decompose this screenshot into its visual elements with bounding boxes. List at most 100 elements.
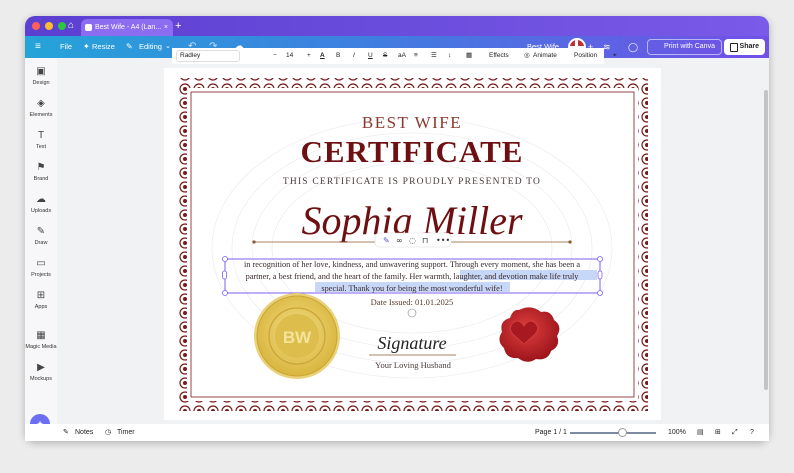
sidebar-item-label: Mockups — [29, 376, 52, 382]
canva-favicon-icon — [85, 24, 92, 31]
list-button[interactable]: ☰ — [431, 48, 437, 64]
body-text-line-2-start: partner, a best friend, and the heart of… — [246, 272, 454, 281]
sidebar-item-label: Uploads — [30, 208, 52, 214]
text-icon: T — [37, 130, 45, 141]
sidebar-item-label: Brand — [33, 176, 49, 182]
font-size-input[interactable]: 14 — [286, 48, 293, 64]
home-icon[interactable]: ⌂ — [65, 20, 77, 32]
new-tab-button[interactable]: + — [175, 19, 181, 33]
bottom-status-bar: ✎ Notes ◷ Timer Page 1 / 1 100% ▤ ⊞ ⤢ ? — [25, 424, 769, 441]
italic-button[interactable]: I — [353, 48, 355, 64]
sidebar-item-label: Magic Media — [25, 344, 57, 350]
align-button[interactable]: ≡ — [414, 48, 418, 64]
certificate-subtitle[interactable]: THIS CERTIFICATE IS PROUDLY PRESENTED TO — [283, 177, 541, 187]
sidebar-item-design[interactable]: ▣ Design — [25, 66, 57, 86]
strikethrough-button[interactable]: S — [383, 48, 387, 64]
brand-icon: ⚑ — [36, 162, 46, 173]
left-sidebar: ▣ Design ◈ Elements T Text ⚑ Brand ☁ Uploads … — [25, 58, 57, 441]
sidebar-item-label: Draw — [34, 240, 48, 246]
help-icon[interactable]: ? — [750, 424, 754, 441]
seal-initials: BW — [283, 328, 312, 347]
insights-icon[interactable]: ≋ — [603, 36, 611, 58]
sidebar-item-elements[interactable]: ◈ Elements — [25, 98, 57, 118]
body-text-line-1[interactable]: in recognition of her love, kindness, an… — [244, 260, 580, 269]
sidebar-item-draw[interactable]: ✎ Draw — [25, 226, 57, 246]
wax-seal[interactable] — [499, 307, 560, 362]
file-menu-button[interactable]: File — [60, 36, 72, 58]
sidebar-item-brand[interactable]: ⚑ Brand — [25, 162, 57, 182]
letter-case-button[interactable]: aA — [398, 48, 406, 64]
underline-dot-left — [252, 240, 256, 244]
apps-icon: ⊞ — [36, 290, 46, 301]
text-toolbar: Radley − 14 + A B I U S aA ≡ ☰ ↕ ▦ Effec… — [172, 48, 617, 64]
sidebar-item-uploads[interactable]: ☁ Uploads — [25, 194, 57, 214]
comment-icon[interactable]: ◯ — [628, 36, 638, 58]
certificate-page[interactable]: BEST WIFE CERTIFICATE THIS CERTIFICATE I… — [164, 68, 661, 420]
body-text-line-3[interactable]: special. Thank you for being the most wo… — [321, 284, 502, 293]
text-color-button[interactable]: A — [320, 48, 325, 64]
certificate-canvas: BEST WIFE CERTIFICATE THIS CERTIFICATE I… — [177, 78, 648, 411]
browser-tab[interactable]: Best Wife - A4 (Lan... × — [81, 19, 173, 36]
font-family-select[interactable]: Radley — [176, 50, 240, 62]
certificate-heading[interactable]: BEST WIFE — [362, 113, 462, 132]
main-menu-icon[interactable]: ≡ — [35, 36, 41, 58]
animate-icon: ◎ — [524, 52, 530, 59]
resize-button[interactable]: Resize — [92, 36, 115, 58]
sidebar-item-magic-media[interactable]: ▦ Magic Media — [25, 330, 57, 350]
timer-button[interactable]: Timer — [117, 424, 135, 441]
share-button[interactable]: Share — [723, 39, 765, 55]
signer-label[interactable]: Your Loving Husband — [375, 360, 451, 370]
zoom-slider-handle[interactable] — [618, 428, 627, 437]
rotate-handle-icon[interactable] — [407, 308, 417, 318]
position-button[interactable]: Position — [574, 48, 597, 64]
fullscreen-icon[interactable]: ⤢ — [732, 424, 738, 441]
magic-write-icon[interactable]: ✎ — [383, 236, 390, 245]
more-options-icon[interactable]: ••• — [436, 236, 450, 245]
sidebar-item-mockups[interactable]: ▶ Mockups — [25, 362, 57, 382]
elements-icon: ◈ — [37, 98, 45, 109]
draw-icon: ✎ — [36, 226, 46, 237]
paint-format-icon[interactable]: ⌖ — [613, 48, 617, 64]
timer-icon: ◷ — [105, 429, 112, 436]
certificate-title[interactable]: CERTIFICATE — [301, 134, 524, 169]
increase-font-size-button[interactable]: + — [307, 48, 311, 64]
sidebar-item-apps[interactable]: ⊞ Apps — [25, 290, 57, 310]
notes-button[interactable]: Notes — [75, 424, 93, 441]
zoom-level[interactable]: 100% — [668, 424, 686, 441]
pencil-icon: ✎ — [126, 42, 133, 51]
comment-add-icon[interactable]: ◌ — [409, 236, 416, 245]
decrease-font-size-button[interactable]: − — [273, 48, 277, 64]
animate-button[interactable]: Animate — [533, 48, 557, 64]
tab-close-icon[interactable]: × — [164, 19, 168, 36]
body-text-line-2[interactable]: partner, a best friend, and the heart of… — [246, 272, 580, 281]
page-indicator[interactable]: Page 1 / 1 — [535, 424, 567, 441]
sidebar-item-text[interactable]: T Text — [25, 130, 57, 150]
link-icon[interactable]: ∞ — [396, 236, 403, 245]
editing-mode-button[interactable]: Editing — [139, 36, 162, 58]
signature[interactable]: Signature — [377, 333, 446, 353]
design-icon: ▣ — [36, 66, 46, 77]
effects-button[interactable]: Effects — [489, 48, 509, 64]
tab-title: Best Wife - A4 (Lan... — [95, 24, 162, 31]
mockups-icon: ▶ — [37, 362, 45, 373]
transparency-icon[interactable]: ▦ — [466, 48, 472, 64]
chevron-down-icon[interactable]: ⌄ — [165, 36, 171, 58]
upload-icon: ☁ — [36, 194, 46, 205]
spacing-button[interactable]: ↕ — [448, 48, 451, 64]
lock-icon[interactable]: ⊓ — [422, 236, 428, 245]
page-grid-icon[interactable]: ▤ — [697, 424, 704, 441]
zoom-slider-track[interactable] — [570, 432, 656, 434]
print-with-canva-button[interactable]: Print with Canva — [647, 39, 722, 55]
minimize-window-button[interactable] — [45, 22, 53, 30]
gold-seal[interactable]: BW — [254, 293, 340, 379]
body-text-line-2-selected: laughter, and devotion make life truly — [453, 272, 579, 281]
canvas-scrollbar[interactable] — [764, 90, 768, 390]
underline-button[interactable]: U — [368, 48, 373, 64]
sidebar-item-label: Projects — [31, 272, 51, 278]
grid-view-icon[interactable]: ⊞ — [715, 424, 721, 441]
bold-button[interactable]: B — [336, 48, 340, 64]
date-issued[interactable]: Date Issued: 01.01.2025 — [371, 297, 454, 307]
sidebar-item-projects[interactable]: ▭ Projects — [25, 258, 57, 278]
sidebar-item-label: Design — [32, 80, 50, 86]
close-window-button[interactable] — [32, 22, 40, 30]
